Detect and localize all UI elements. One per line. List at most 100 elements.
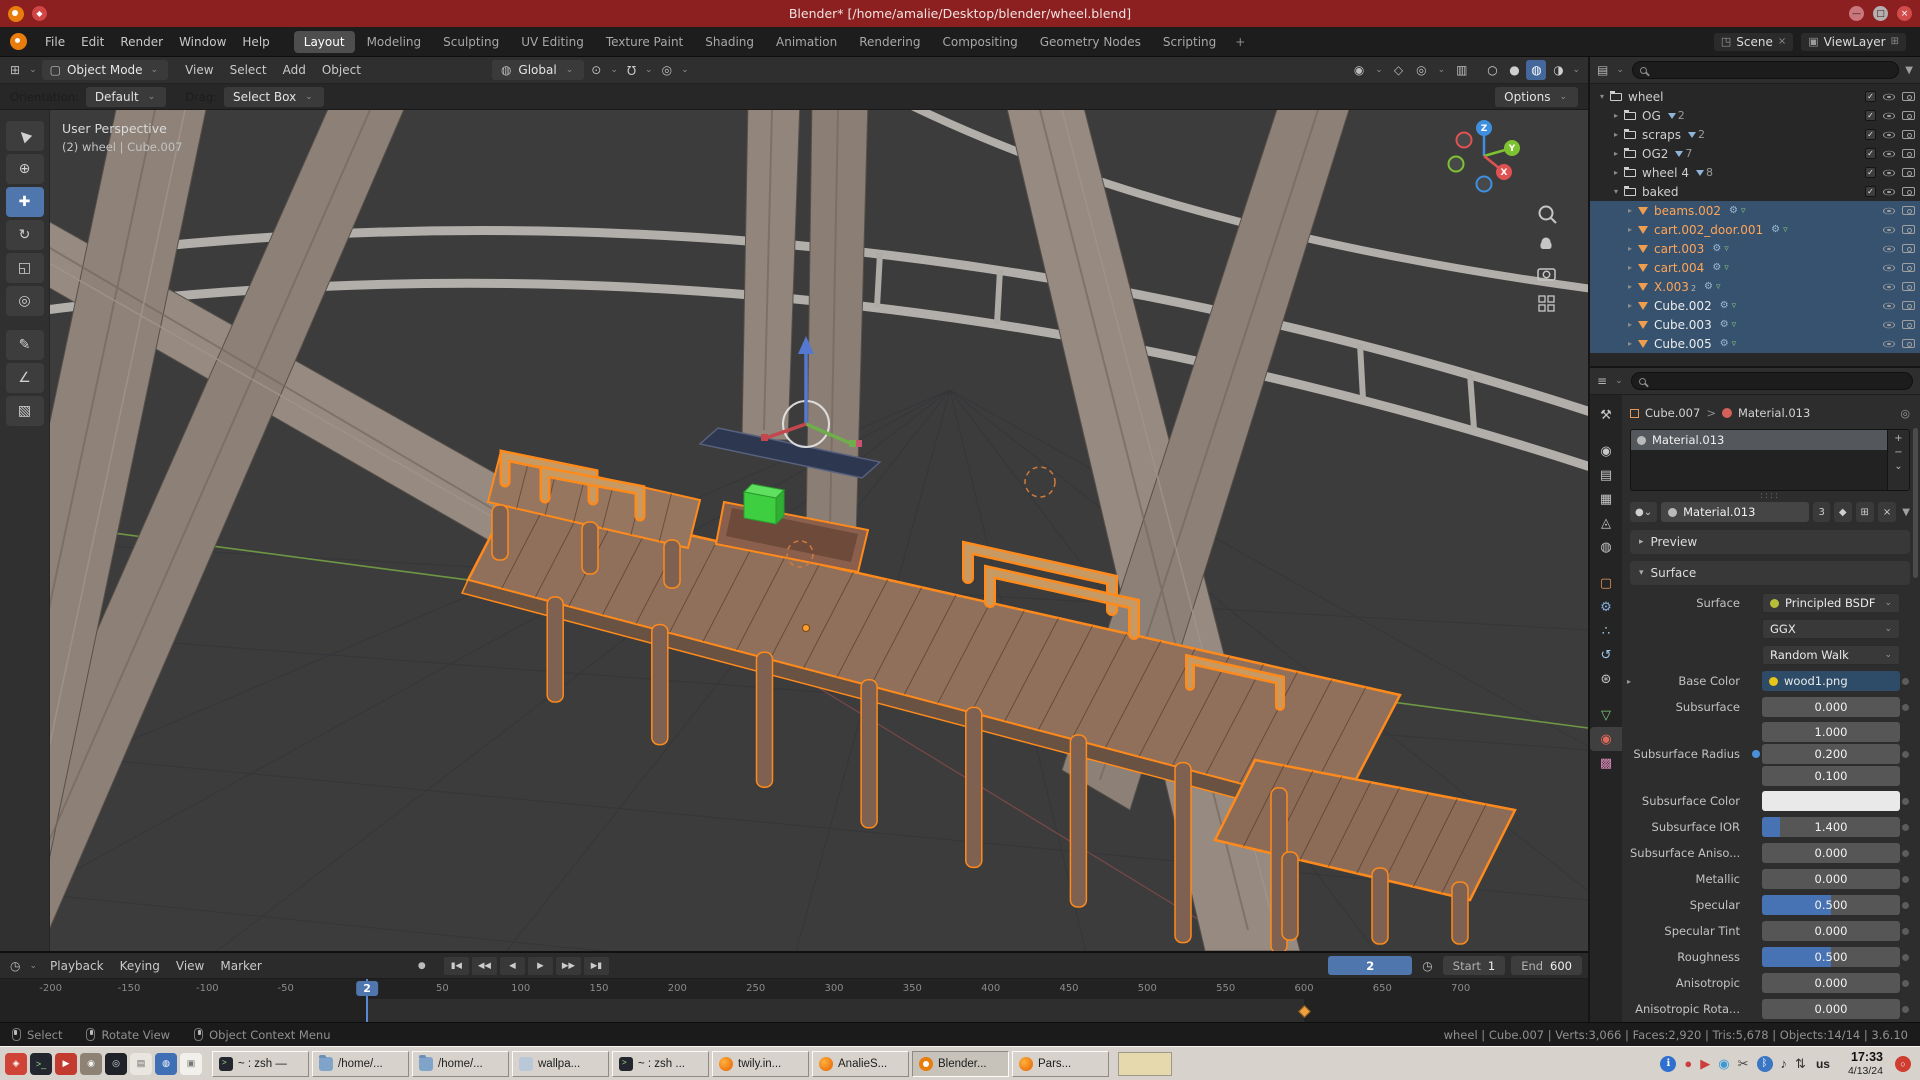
viewport-canvas[interactable]: Z Y X ▶⊕✚↻◱◎✎∠▧ User Perspective (2) whe… [0,110,1588,951]
panel-surface[interactable]: ▾Surface [1630,561,1910,585]
hide-eye-icon[interactable] [1883,245,1895,252]
render-camera-icon[interactable] [1902,111,1915,120]
properties-tab-view-layer[interactable]: ▦ [1590,487,1622,511]
prop-surface[interactable]: Principled BSDF⌄ [1762,593,1900,613]
hide-eye-icon[interactable] [1883,302,1895,309]
decorator-dot-icon[interactable] [1902,751,1909,758]
playhead-frame-label[interactable]: 2 [356,981,378,996]
material-slot-active[interactable]: Material.013 [1631,430,1887,450]
snap-magnet-icon[interactable]: Ω [623,61,640,79]
outliner-item-baked[interactable]: ▾baked✓ [1590,182,1920,201]
menu-file[interactable]: File [37,32,73,52]
workspace-tab-geometry-nodes[interactable]: Geometry Nodes [1030,31,1151,53]
launcher-files-icon[interactable]: ▤ [130,1053,152,1075]
taskbar-task-home[interactable]: /home/... [312,1051,409,1077]
users-count-button[interactable]: 3 [1813,502,1829,522]
taskbar-task-pars[interactable]: Pars... [1012,1051,1109,1077]
shading-rendered-icon[interactable]: ◑ [1548,60,1568,80]
tray-network-icon[interactable]: ⇅ [1795,1057,1806,1070]
frame-end-field[interactable]: End600 [1511,956,1582,975]
keyboard-layout-indicator[interactable]: us [1816,1057,1830,1071]
hide-eye-icon[interactable] [1883,207,1895,214]
launcher-media-icon[interactable]: ▶ [55,1053,77,1075]
show-overlays-icon[interactable]: ◎ [1412,61,1430,79]
decorator-dot-icon[interactable] [1902,678,1909,685]
decorator-dot-icon[interactable] [1902,704,1909,711]
tool-tweak[interactable]: ▶ [6,121,44,151]
filter-funnel-icon[interactable]: ▼ [1905,65,1913,76]
view-layer-copy-icon[interactable]: ⊞ [1891,36,1899,47]
slot-remove-button[interactable]: − [1894,447,1902,458]
tray-record-icon[interactable]: ● [1684,1057,1692,1070]
tray-screenshot-icon[interactable]: ✂ [1738,1057,1749,1070]
outliner-item-cart-003[interactable]: ▸cart.003⚙▿ [1590,239,1920,258]
render-camera-icon[interactable] [1902,320,1915,329]
properties-tab-material[interactable]: ◉ [1590,727,1622,751]
properties-tab-render[interactable]: ◉ [1590,439,1622,463]
outliner-editor-icon[interactable]: ▤ [1597,63,1608,77]
auto-keying-button[interactable]: ● [413,957,431,975]
outliner-item-og[interactable]: ▸OG2✓ [1590,106,1920,125]
prev-keyframe-button[interactable]: ◀◀ [472,957,497,975]
taskbar-task-wallpa[interactable]: wallpa... [512,1051,609,1077]
play-button[interactable]: ▶ [528,957,553,975]
tool-transform[interactable]: ◎ [6,286,44,316]
workspace-tab-sculpting[interactable]: Sculpting [433,31,509,53]
viewport-menu-add[interactable]: Add [275,60,314,80]
prop-roughness[interactable]: 0.500 [1762,947,1900,967]
pivot-point-icon[interactable]: ⊙ [587,61,605,79]
render-camera-icon[interactable] [1902,225,1915,234]
prop-anisotropic-rota[interactable]: 0.000 [1762,999,1900,1019]
window-minimize-button[interactable]: — [1849,6,1864,21]
outliner-item-wheel-4[interactable]: ▸wheel 48✓ [1590,163,1920,182]
launcher-gimp-icon[interactable]: ◉ [80,1053,102,1075]
exclude-checkbox[interactable]: ✓ [1865,186,1876,197]
taskbar-pager[interactable] [1118,1052,1172,1076]
window-close-button[interactable]: × [1897,6,1912,21]
add-workspace-button[interactable]: + [1228,31,1252,53]
render-camera-icon[interactable] [1902,282,1915,291]
jump-end-button[interactable]: ▶▮ [584,957,609,975]
launcher-terminal-icon[interactable]: >_ [30,1053,52,1075]
unlink-button[interactable]: × [1878,502,1896,522]
hide-eye-icon[interactable] [1883,112,1895,119]
prop-specular-tint[interactable]: 0.000 [1762,921,1900,941]
tray-info-icon[interactable]: ℹ [1660,1056,1676,1072]
render-camera-icon[interactable] [1902,263,1915,272]
decorator-dot-icon[interactable] [1902,1006,1909,1013]
app-menu-icon[interactable]: ◆ [32,6,47,21]
fake-user-button[interactable]: ◆ [1834,502,1852,522]
view-layer-selector[interactable]: ▣ ViewLayer ⊞ [1801,33,1906,51]
slot-add-button[interactable]: + [1894,433,1902,444]
hide-eye-icon[interactable] [1883,340,1895,347]
render-camera-icon[interactable] [1902,130,1915,139]
taskbar-task-zsh[interactable]: ~ : zsh ... [612,1051,709,1077]
exclude-checkbox[interactable]: ✓ [1865,148,1876,159]
jump-start-button[interactable]: ▮◀ [444,957,469,975]
drag-dropdown[interactable]: Select Box⌄ [224,87,324,107]
options-dropdown[interactable]: Options⌄ [1495,87,1578,107]
tool-add-cube[interactable]: ▧ [6,396,44,426]
workspace-tab-layout[interactable]: Layout [294,31,355,53]
timeline-menu-keying[interactable]: Keying [112,956,168,976]
shading-solid-icon[interactable]: ● [1504,60,1524,80]
tool-measure[interactable]: ∠ [6,363,44,393]
hide-eye-icon[interactable] [1883,169,1895,176]
decorator-dot-icon[interactable] [1902,902,1909,909]
launcher-obs-icon[interactable]: ◎ [105,1053,127,1075]
proportional-editing-icon[interactable]: ◎ [658,61,676,79]
taskbar-task-home[interactable]: /home/... [412,1051,509,1077]
workspace-tab-modeling[interactable]: Modeling [357,31,432,53]
prop-specular[interactable]: 0.500 [1762,895,1900,915]
hide-eye-icon[interactable] [1883,93,1895,100]
prop-random-walk[interactable]: Random Walk⌄ [1762,645,1900,665]
outliner-item-og2[interactable]: ▸OG27✓ [1590,144,1920,163]
properties-tab-particles[interactable]: ∴ [1590,619,1622,643]
workspace-tab-scripting[interactable]: Scripting [1153,31,1226,53]
material-name-field[interactable]: Material.013 [1661,502,1809,522]
slot-specials-button[interactable]: ⌄ [1894,461,1902,472]
list-resize-grip[interactable]: :::: [1630,491,1910,501]
hide-eye-icon[interactable] [1883,321,1895,328]
render-camera-icon[interactable] [1902,339,1915,348]
breadcrumb-material[interactable]: Material.013 [1738,406,1810,420]
